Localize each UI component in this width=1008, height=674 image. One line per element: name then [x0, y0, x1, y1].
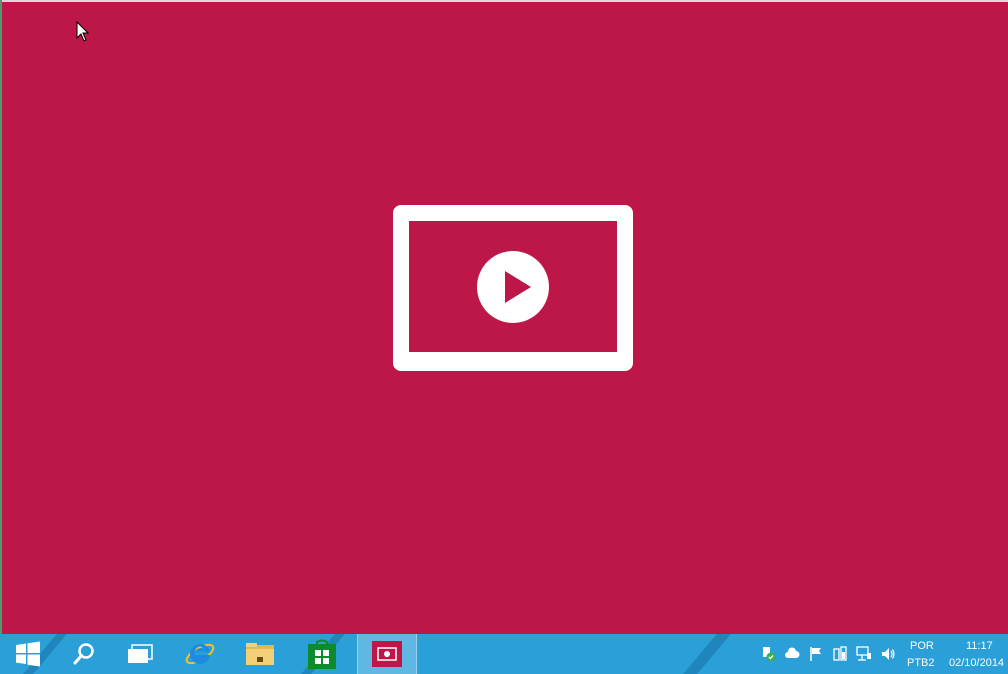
security-shield-icon[interactable] — [760, 646, 776, 662]
store-button[interactable] — [294, 634, 350, 674]
play-circle — [477, 251, 549, 323]
network-icon[interactable] — [856, 646, 872, 662]
power-icon[interactable] — [832, 646, 848, 662]
action-center-flag-icon[interactable] — [808, 646, 824, 662]
task-view-icon — [128, 644, 153, 663]
folder-icon — [246, 643, 274, 665]
language-indicator[interactable]: POR — [910, 639, 934, 653]
mouse-cursor-icon — [76, 21, 90, 42]
clock-time[interactable]: 11:17 — [966, 639, 993, 653]
windows-logo-icon — [16, 641, 40, 667]
play-triangle-icon — [505, 271, 531, 303]
start-button[interactable] — [0, 634, 56, 674]
file-explorer-button[interactable] — [232, 634, 288, 674]
video-app-icon — [372, 641, 402, 667]
video-app-taskbar-button[interactable] — [357, 634, 417, 674]
video-play-icon — [393, 205, 633, 371]
taskbar: POR PTB2 11:17 02/10/2014 — [0, 634, 1008, 674]
search-icon — [73, 643, 94, 665]
onedrive-cloud-icon[interactable] — [784, 646, 800, 662]
internet-explorer-icon — [185, 643, 215, 665]
keyboard-layout-indicator[interactable]: PTB2 — [907, 656, 935, 670]
clock-date[interactable]: 02/10/2014 — [949, 656, 1004, 670]
volume-icon[interactable] — [880, 646, 896, 662]
search-button[interactable] — [56, 634, 112, 674]
task-view-button[interactable] — [112, 634, 168, 674]
store-icon — [308, 639, 336, 669]
internet-explorer-button[interactable] — [172, 634, 228, 674]
taskbar-decoration — [683, 634, 731, 674]
